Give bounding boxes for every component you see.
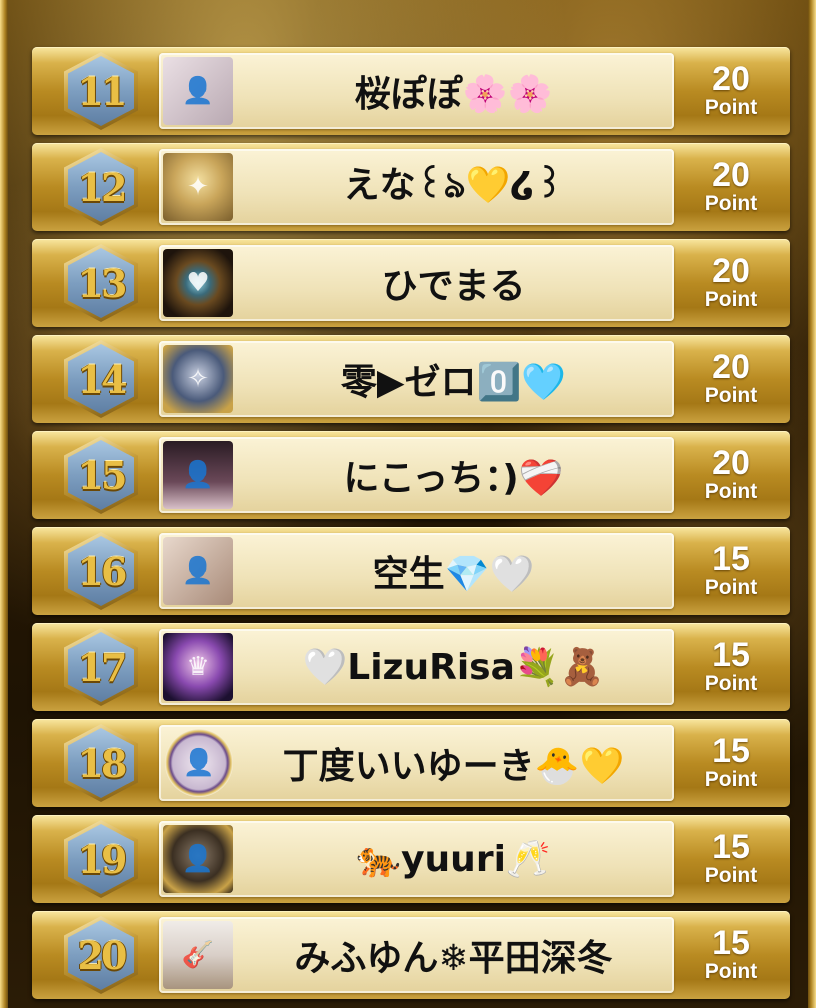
- score-unit: Point: [704, 864, 758, 887]
- name-plate: ✧ 零▶ゼロ0️⃣🩵: [159, 341, 674, 417]
- avatar[interactable]: 👤: [163, 825, 233, 893]
- avatar[interactable]: ♥: [163, 249, 233, 317]
- score: 20 Point: [672, 431, 790, 519]
- rank-badge: 12: [64, 148, 138, 226]
- score-value: 20: [712, 444, 750, 482]
- score-unit: Point: [704, 192, 758, 215]
- score: 15 Point: [672, 815, 790, 903]
- user-name: 空生💎🤍: [372, 554, 535, 595]
- name-plate: 👤 桜ぽぽ🌸🌸: [159, 53, 674, 129]
- avatar[interactable]: ♛: [163, 633, 233, 701]
- score-value: 15: [712, 540, 750, 578]
- ranking-row[interactable]: 16 👤 空生💎🤍 15 Point: [32, 527, 790, 615]
- score: 20 Point: [672, 335, 790, 423]
- ranking-row[interactable]: 11 👤 桜ぽぽ🌸🌸 20 Point: [32, 47, 790, 135]
- rank-number: 11: [77, 68, 128, 114]
- name-plate: 👤 丁度いいゆーき🐣💛: [159, 725, 674, 801]
- score-value: 15: [712, 828, 750, 866]
- score-unit: Point: [704, 672, 758, 695]
- score: 15 Point: [672, 527, 790, 615]
- rank-badge: 19: [64, 820, 138, 898]
- avatar[interactable]: ✦: [163, 153, 233, 221]
- score-value: 15: [712, 924, 750, 962]
- avatar[interactable]: 🎸: [163, 921, 233, 989]
- score-unit: Point: [704, 960, 758, 983]
- user-name: 丁度いいゆーき🐣💛: [282, 746, 625, 787]
- ranking-row[interactable]: 12 ✦ えな꒰ঌ💛໒꒱ 20 Point: [32, 143, 790, 231]
- rank-number: 15: [77, 452, 128, 498]
- name-plate: 👤 🐅yuuri🥂: [159, 821, 674, 897]
- avatar[interactable]: 👤: [163, 441, 233, 509]
- score-value: 20: [712, 252, 750, 290]
- user-name: 🐅yuuri🥂: [356, 839, 551, 880]
- ranking-row[interactable]: 18 👤 丁度いいゆーき🐣💛 15 Point: [32, 719, 790, 807]
- name-plate: 🎸 みふゆん❄平田深冬: [159, 917, 674, 993]
- score: 15 Point: [672, 623, 790, 711]
- rank-number: 20: [77, 932, 128, 978]
- rank-number: 16: [77, 548, 128, 594]
- rank-number: 12: [77, 164, 128, 210]
- rank-badge: 17: [64, 628, 138, 706]
- rank-badge: 16: [64, 532, 138, 610]
- rank-badge: 15: [64, 436, 138, 514]
- frame-left-edge: [0, 0, 8, 1008]
- rank-badge: 20: [64, 916, 138, 994]
- avatar[interactable]: 👤: [163, 537, 233, 605]
- avatar[interactable]: 👤: [165, 729, 233, 797]
- ranking-row[interactable]: 15 👤 にこっち：)❤️‍🩹 20 Point: [32, 431, 790, 519]
- score-value: 20: [712, 348, 750, 386]
- user-name: 桜ぽぽ🌸🌸: [354, 74, 553, 115]
- rank-number: 17: [77, 644, 128, 690]
- score: 20 Point: [672, 143, 790, 231]
- score: 15 Point: [672, 719, 790, 807]
- name-plate: 👤 にこっち：)❤️‍🩹: [159, 437, 674, 513]
- name-plate: 👤 空生💎🤍: [159, 533, 674, 609]
- score: 20 Point: [672, 239, 790, 327]
- score-value: 15: [712, 732, 750, 770]
- rank-number: 19: [77, 836, 128, 882]
- rank-badge: 11: [64, 52, 138, 130]
- rank-badge: 14: [64, 340, 138, 418]
- score: 20 Point: [672, 47, 790, 135]
- user-name: にこっち：)❤️‍🩹: [343, 458, 564, 499]
- rank-number: 13: [77, 260, 128, 306]
- score-unit: Point: [704, 768, 758, 791]
- score-value: 15: [712, 636, 750, 674]
- score-unit: Point: [704, 576, 758, 599]
- ranking-row[interactable]: 13 ♥ ひでまる 20 Point: [32, 239, 790, 327]
- user-name: 🤍LizuRisa💐🧸: [302, 647, 605, 688]
- user-name: ひでまる: [381, 266, 526, 307]
- score-unit: Point: [704, 384, 758, 407]
- avatar[interactable]: ✧: [163, 345, 233, 413]
- ranking-row[interactable]: 19 👤 🐅yuuri🥂 15 Point: [32, 815, 790, 903]
- score-value: 20: [712, 60, 750, 98]
- name-plate: ♥ ひでまる: [159, 245, 674, 321]
- rank-badge: 13: [64, 244, 138, 322]
- user-name: えな꒰ঌ💛໒꒱: [343, 165, 564, 206]
- avatar[interactable]: 👤: [163, 57, 233, 125]
- name-plate: ♛ 🤍LizuRisa💐🧸: [159, 629, 674, 705]
- rank-number: 18: [77, 740, 128, 786]
- score-value: 20: [712, 156, 750, 194]
- score-unit: Point: [704, 480, 758, 503]
- rank-number: 14: [77, 356, 128, 402]
- score-unit: Point: [704, 288, 758, 311]
- rank-badge: 18: [64, 724, 138, 802]
- user-name: みふゆん❄平田深冬: [294, 938, 613, 979]
- score: 15 Point: [672, 911, 790, 999]
- ranking-row[interactable]: 17 ♛ 🤍LizuRisa💐🧸 15 Point: [32, 623, 790, 711]
- name-plate: ✦ えな꒰ঌ💛໒꒱: [159, 149, 674, 225]
- ranking-list: 11 👤 桜ぽぽ🌸🌸 20 Point 12 ✦ えな꒰ঌ💛໒꒱ 20 Point …: [32, 47, 790, 1007]
- score-unit: Point: [704, 96, 758, 119]
- user-name: 零▶ゼロ0️⃣🩵: [340, 362, 567, 403]
- frame-right-edge: [808, 0, 816, 1008]
- ranking-row[interactable]: 20 🎸 みふゆん❄平田深冬 15 Point: [32, 911, 790, 999]
- ranking-row[interactable]: 14 ✧ 零▶ゼロ0️⃣🩵 20 Point: [32, 335, 790, 423]
